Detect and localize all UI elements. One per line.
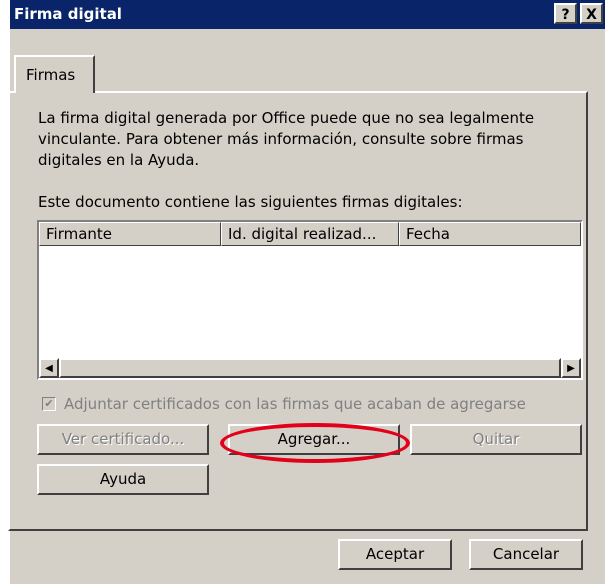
- horizontal-scrollbar[interactable]: ◀ ▶: [39, 358, 581, 378]
- tab-label: Firmas: [26, 66, 76, 84]
- ok-button[interactable]: Aceptar: [338, 539, 452, 570]
- intro-text: La firma digital generada por Office pue…: [38, 109, 535, 169]
- scroll-left-icon[interactable]: ◀: [39, 358, 59, 378]
- title-bar: Firma digital ? X: [10, 0, 605, 29]
- help-button[interactable]: ?: [554, 3, 577, 24]
- help-dialog-button[interactable]: Ayuda: [37, 464, 209, 495]
- remove-signature-button[interactable]: Quitar: [410, 424, 582, 455]
- column-header-id-digital[interactable]: Id. digital realizad...: [221, 222, 399, 246]
- column-header-firmante[interactable]: Firmante: [39, 222, 221, 246]
- column-header-fecha[interactable]: Fecha: [399, 222, 581, 246]
- add-signature-button[interactable]: Agregar...: [228, 424, 400, 455]
- scrollbar-thumb[interactable]: [59, 358, 561, 378]
- list-caption: Este documento contiene las siguientes f…: [38, 193, 463, 211]
- view-certificate-button[interactable]: Ver certificado...: [37, 424, 209, 455]
- scroll-right-icon[interactable]: ▶: [561, 358, 581, 378]
- close-button[interactable]: X: [580, 3, 603, 24]
- attach-certificates-checkbox[interactable]: ✔: [42, 397, 56, 411]
- attach-certificates-label: Adjuntar certificados con las firmas que…: [64, 395, 526, 413]
- window-title: Firma digital: [14, 5, 122, 23]
- tab-firmas[interactable]: Firmas: [14, 55, 95, 93]
- signatures-list[interactable]: Firmante Id. digital realizad... Fecha ◀…: [37, 220, 583, 380]
- cancel-button[interactable]: Cancelar: [469, 539, 583, 570]
